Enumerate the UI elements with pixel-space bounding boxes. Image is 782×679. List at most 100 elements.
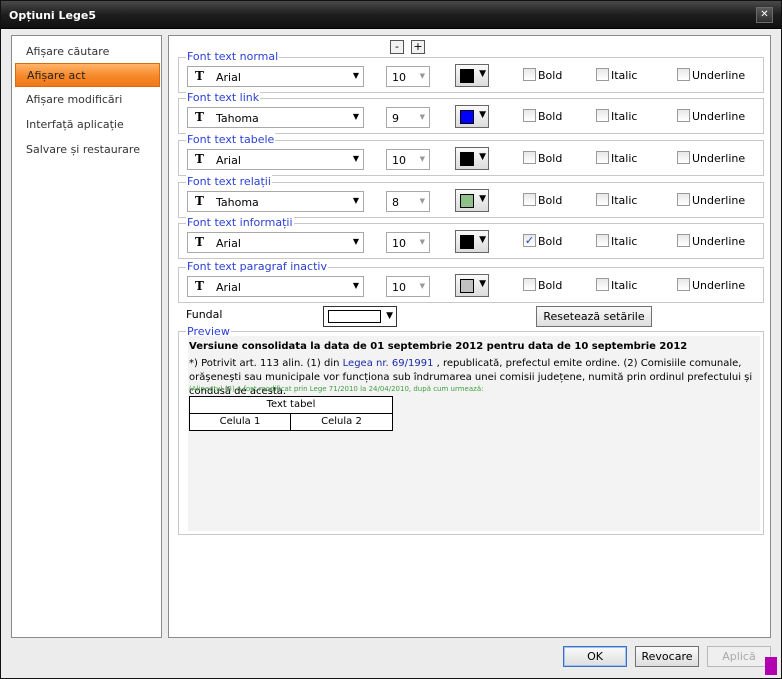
font-group-label: Font text tabele	[186, 133, 276, 146]
font-family-value: Tahoma	[216, 112, 259, 125]
font-color-picker[interactable]: ▼	[455, 230, 489, 253]
dropdown-arrow-icon: ▼	[419, 113, 425, 121]
bold-label: Bold	[538, 279, 563, 292]
font-family-value: Arial	[216, 281, 241, 294]
underline-checkbox[interactable]	[677, 109, 690, 122]
underline-checkbox[interactable]	[677, 151, 690, 164]
font-family-value: Arial	[216, 237, 241, 250]
font-group-label: Font text relații	[186, 175, 272, 188]
font-size-value: 10	[392, 71, 406, 84]
cancel-button[interactable]: Revocare	[635, 646, 699, 667]
font-group: Font text normal T Arial ▼ 10 ▼ ▼ Bold Italic Und…	[178, 50, 764, 93]
bold-checkbox[interactable]	[523, 151, 536, 164]
dropdown-arrow-icon: ▼	[352, 71, 359, 80]
bold-checkbox[interactable]	[523, 278, 536, 291]
resize-grip-icon[interactable]	[765, 657, 777, 675]
preview-text-before: *) Potrivit art. 113 alin. (1) din	[189, 358, 343, 369]
font-family-select[interactable]: T Tahoma ▼	[187, 191, 364, 212]
font-family-value: Tahoma	[216, 196, 259, 209]
font-size-select[interactable]: 10 ▼	[386, 276, 430, 297]
bold-label: Bold	[538, 235, 563, 248]
dropdown-arrow-icon: ▼	[352, 237, 359, 246]
bold-label: Bold	[538, 152, 563, 165]
sidebar-item-afisare-modificari[interactable]: Afișare modificări	[15, 88, 160, 112]
underline-label: Underline	[692, 235, 746, 248]
italic-label: Italic	[611, 110, 638, 123]
title-bar[interactable]: Opțiuni Lege5 ✕	[1, 1, 781, 29]
font-family-select[interactable]: T Arial ▼	[187, 66, 364, 87]
underline-checkbox[interactable]	[677, 234, 690, 247]
underline-checkbox[interactable]	[677, 278, 690, 291]
underline-label: Underline	[692, 110, 746, 123]
dropdown-arrow-icon: ▼	[419, 72, 425, 80]
reset-settings-button[interactable]: Resetează setările	[536, 306, 652, 327]
font-size-select[interactable]: 10 ▼	[386, 149, 430, 170]
font-family-select[interactable]: T Arial ▼	[187, 276, 364, 297]
italic-checkbox[interactable]	[596, 68, 609, 81]
font-family-select[interactable]: T Tahoma ▼	[187, 107, 364, 128]
font-family-select[interactable]: T Arial ▼	[187, 149, 364, 170]
font-type-icon: T	[195, 235, 204, 249]
dropdown-arrow-icon: ▼	[479, 235, 486, 245]
italic-checkbox[interactable]	[596, 109, 609, 122]
ok-button[interactable]: OK	[563, 646, 627, 667]
dropdown-arrow-icon: ▼	[479, 69, 486, 79]
underline-label: Underline	[692, 194, 746, 207]
font-type-icon: T	[195, 279, 204, 293]
italic-checkbox[interactable]	[596, 193, 609, 206]
zoom-out-button[interactable]: -	[390, 40, 404, 54]
bold-checkbox[interactable]	[523, 193, 536, 206]
italic-checkbox[interactable]	[596, 151, 609, 164]
font-size-value: 8	[392, 196, 399, 209]
apply-button[interactable]: Aplică	[707, 646, 771, 667]
font-family-select[interactable]: T Arial ▼	[187, 232, 364, 253]
font-size-select[interactable]: 8 ▼	[386, 191, 430, 212]
dropdown-arrow-icon: ▼	[479, 194, 486, 204]
sidebar-item-salvare-restaurare[interactable]: Salvare și restaurare	[15, 138, 160, 162]
font-family-value: Arial	[216, 154, 241, 167]
font-color-picker[interactable]: ▼	[455, 64, 489, 87]
dialog-button-bar: OK Revocare Aplică	[1, 641, 781, 679]
font-size-value: 9	[392, 112, 399, 125]
preview-table: Text tabel Celula 1 Celula 2	[189, 396, 393, 431]
table-cell-2: Celula 2	[321, 416, 362, 427]
dropdown-arrow-icon: ▼	[419, 282, 425, 290]
font-size-select[interactable]: 10 ▼	[386, 66, 430, 87]
font-color-picker[interactable]: ▼	[455, 105, 489, 128]
dropdown-arrow-icon: ▼	[479, 152, 486, 162]
sidebar: Afișare căutare Afișare act Afișare modi…	[11, 35, 162, 638]
font-size-select[interactable]: 10 ▼	[386, 232, 430, 253]
italic-label: Italic	[611, 279, 638, 292]
preview-title: Versiune consolidata la data de 01 septe…	[189, 341, 688, 352]
sidebar-item-afisare-act[interactable]: Afișare act	[15, 63, 160, 87]
window-title: Opțiuni Lege5	[9, 9, 96, 22]
underline-checkbox[interactable]	[677, 193, 690, 206]
bold-label: Bold	[538, 69, 563, 82]
bold-checkbox[interactable]	[523, 109, 536, 122]
underline-label: Underline	[692, 69, 746, 82]
font-size-select[interactable]: 9 ▼	[386, 107, 430, 128]
italic-label: Italic	[611, 152, 638, 165]
font-color-swatch	[460, 110, 474, 124]
font-group: Font text informații T Arial ▼ 10 ▼ ▼ ✓ Bold Ital…	[178, 216, 764, 259]
font-group-label: Font text paragraf inactiv	[186, 260, 328, 273]
fundal-color-picker[interactable]: ▼	[323, 306, 397, 327]
sidebar-item-afisare-cautare[interactable]: Afișare căutare	[15, 40, 160, 64]
italic-checkbox[interactable]	[596, 234, 609, 247]
sidebar-item-interfata-aplicatie[interactable]: Interfață aplicație	[15, 113, 160, 137]
italic-label: Italic	[611, 235, 638, 248]
bold-checkbox[interactable]: ✓	[523, 234, 536, 247]
dropdown-arrow-icon: ▼	[386, 311, 393, 321]
zoom-in-button[interactable]: +	[411, 40, 425, 54]
bold-checkbox[interactable]	[523, 68, 536, 81]
preview-link[interactable]: Legea nr. 69/1991	[343, 358, 434, 369]
font-color-picker[interactable]: ▼	[455, 147, 489, 170]
font-size-value: 10	[392, 154, 406, 167]
font-color-picker[interactable]: ▼	[455, 274, 489, 297]
font-color-picker[interactable]: ▼	[455, 189, 489, 212]
close-icon[interactable]: ✕	[756, 7, 773, 23]
italic-checkbox[interactable]	[596, 278, 609, 291]
underline-checkbox[interactable]	[677, 68, 690, 81]
font-type-icon: T	[195, 194, 204, 208]
fundal-color-swatch	[328, 310, 381, 323]
